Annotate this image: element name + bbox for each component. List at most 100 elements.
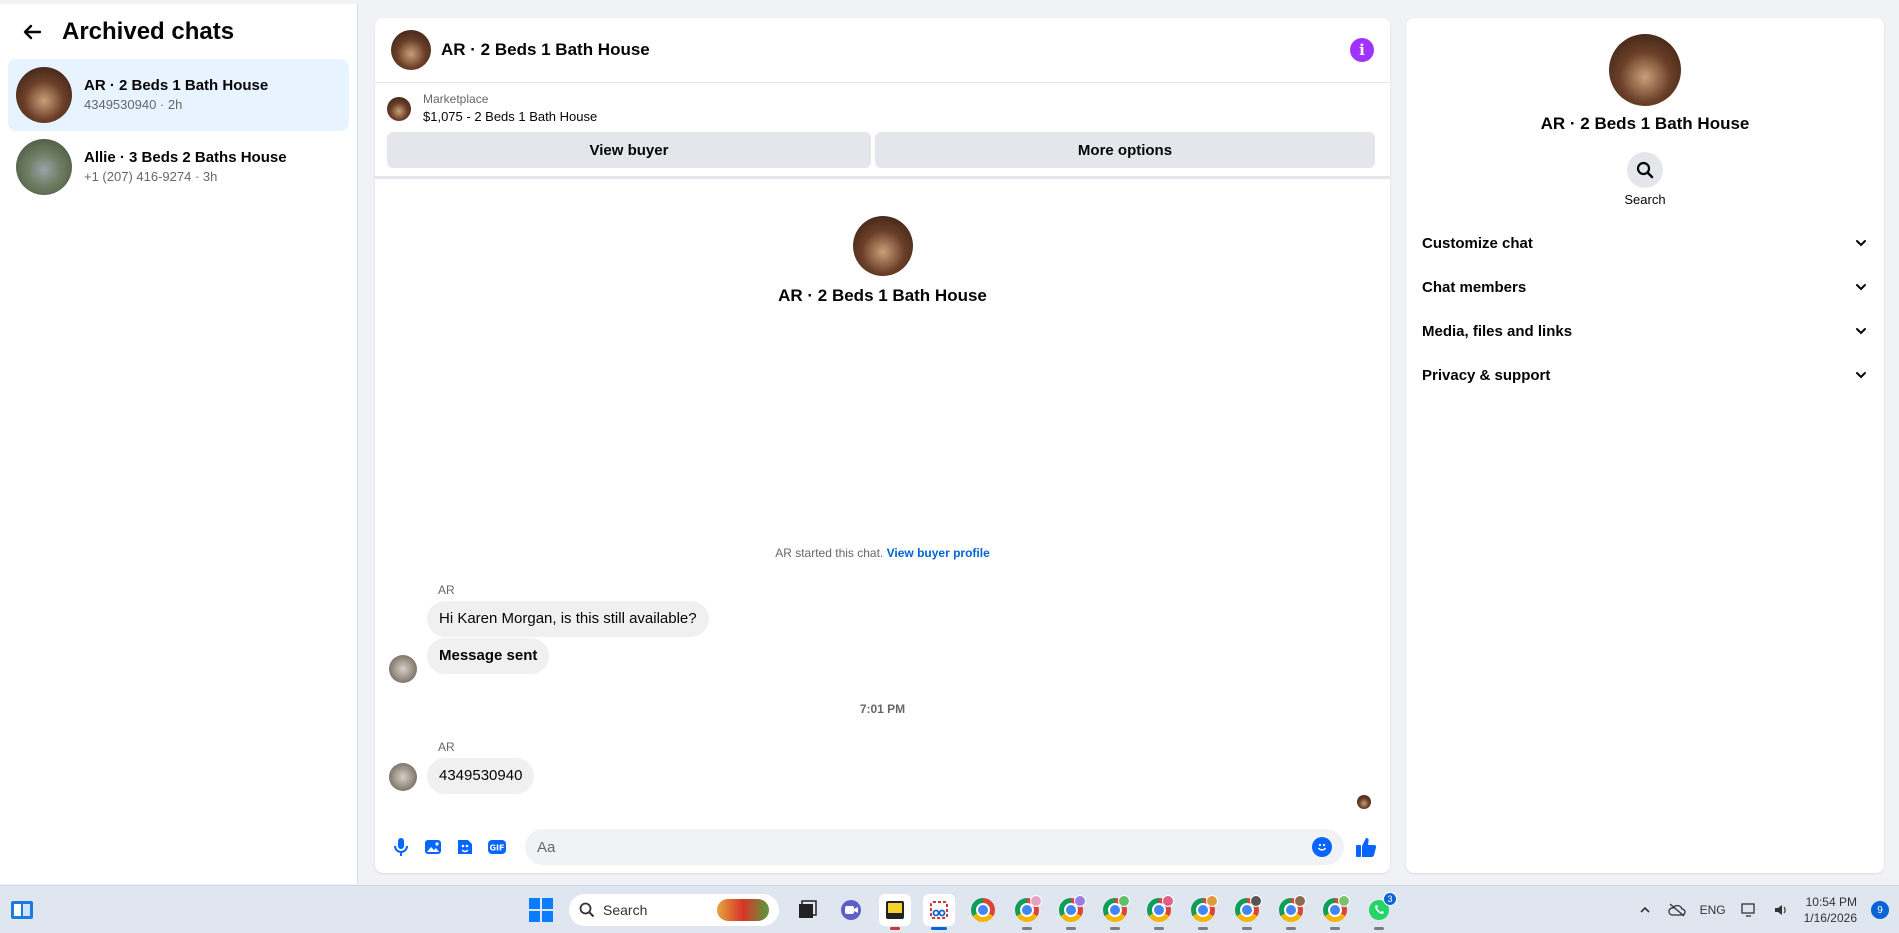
emoji-icon[interactable] xyxy=(1312,837,1332,857)
avatar xyxy=(16,67,72,123)
chrome-profile-icon[interactable] xyxy=(1187,894,1219,930)
gif-icon[interactable]: GIF xyxy=(487,837,507,857)
avatar xyxy=(852,216,913,276)
taskbar-search-label: Search xyxy=(603,902,648,918)
avatar xyxy=(16,139,72,195)
intro-name: AR · 2 Beds 1 Bath House xyxy=(778,286,987,305)
message-composer: GIF xyxy=(375,821,1390,873)
avatar[interactable] xyxy=(389,763,417,791)
clock[interactable]: 10:54 PM 1/16/2026 xyxy=(1804,894,1857,926)
chat-list-item[interactable]: Allie · 3 Beds 2 Baths House +1 (207) 41… xyxy=(8,131,349,203)
marketplace-banner: Marketplace $1,075 - 2 Beds 1 Bath House… xyxy=(375,83,1390,179)
avatar xyxy=(1609,34,1681,106)
chat-info-panel: AR · 2 Beds 1 Bath House Search Customiz… xyxy=(1406,18,1884,873)
chat-started-notice: AR started this chat. View buyer profile xyxy=(375,546,1390,560)
start-button[interactable] xyxy=(525,894,557,926)
chat-list-item[interactable]: AR · 2 Beds 1 Bath House 4349530940 · 2h xyxy=(8,59,349,131)
chrome-profile-icon[interactable] xyxy=(1275,894,1307,930)
section-media-files-links[interactable]: Media, files and links xyxy=(1422,309,1868,353)
photo-icon[interactable] xyxy=(423,837,443,857)
search-label: Search xyxy=(1624,192,1666,207)
clock-time: 10:54 PM xyxy=(1805,895,1857,909)
conversation-title[interactable]: AR · 2 Beds 1 Bath House xyxy=(441,40,1350,60)
sidebar-title: Archived chats xyxy=(62,17,235,45)
info-name: AR · 2 Beds 1 Bath House xyxy=(1540,114,1750,133)
svg-text:GIF: GIF xyxy=(489,844,504,853)
avatar[interactable] xyxy=(389,655,417,683)
marketplace-label: Marketplace xyxy=(423,92,489,106)
meet-icon[interactable] xyxy=(835,894,867,926)
search-in-conversation-button[interactable]: Search xyxy=(1605,152,1685,207)
network-icon[interactable] xyxy=(1740,901,1758,919)
windows-taskbar: Search 3 ENG 10:54 PM 1/16/2026 9 xyxy=(0,885,1899,933)
system-tray: ENG 10:54 PM 1/16/2026 9 xyxy=(1636,886,1889,933)
task-view-icon[interactable] xyxy=(791,894,823,926)
more-options-button[interactable]: More options xyxy=(875,132,1375,168)
message-bubble[interactable]: Message sent xyxy=(427,638,550,674)
taskbar-search[interactable]: Search xyxy=(569,894,779,926)
section-label: Privacy & support xyxy=(1422,366,1551,384)
message-input[interactable] xyxy=(537,838,1312,856)
back-arrow-icon[interactable] xyxy=(20,20,44,44)
info-sections: Customize chat Chat members Media, files… xyxy=(1406,221,1884,397)
clock-date: 1/16/2026 xyxy=(1803,911,1857,925)
whatsapp-badge: 3 xyxy=(1383,892,1397,906)
sticky-notes-icon[interactable] xyxy=(879,894,911,930)
sticker-icon[interactable] xyxy=(455,837,475,857)
search-highlight-icon xyxy=(717,899,769,921)
chevron-up-icon[interactable] xyxy=(1636,901,1654,919)
listing-thumbnail xyxy=(387,96,411,121)
chevron-down-icon xyxy=(1856,372,1866,379)
section-chat-members[interactable]: Chat members xyxy=(1422,265,1868,309)
chrome-profile-icon[interactable] xyxy=(1099,894,1131,930)
section-label: Customize chat xyxy=(1422,234,1533,252)
snipping-tool-icon[interactable] xyxy=(923,894,955,930)
message-sender: AR xyxy=(438,740,455,754)
message-bubble[interactable]: 4349530940 xyxy=(427,758,535,794)
conversation-header: AR · 2 Beds 1 Bath House i xyxy=(375,18,1390,83)
onedrive-offline-icon[interactable] xyxy=(1667,901,1686,919)
chrome-profile-icon[interactable] xyxy=(1011,894,1043,930)
whatsapp-icon[interactable]: 3 xyxy=(1363,892,1397,930)
chrome-profile-icon[interactable] xyxy=(1319,894,1351,930)
sidebar-header: Archived chats xyxy=(0,4,357,59)
conversation-intro: AR · 2 Beds 1 Bath House xyxy=(375,216,1390,306)
chrome-profile-icon[interactable] xyxy=(1231,894,1263,930)
conversation-panel: AR · 2 Beds 1 Bath House i Marketplace $… xyxy=(375,18,1390,873)
taskbar-apps: Search 3 xyxy=(525,892,1397,930)
section-customize-chat[interactable]: Customize chat xyxy=(1422,221,1868,265)
chat-subtitle: +1 (207) 416-9274 · 3h xyxy=(84,169,218,184)
section-privacy-support[interactable]: Privacy & support xyxy=(1422,353,1868,397)
message-bubble[interactable]: Hi Karen Morgan, is this still available… xyxy=(427,601,709,637)
thumbs-up-icon[interactable] xyxy=(1354,835,1378,859)
chat-name: AR · 2 Beds 1 Bath House xyxy=(84,77,269,94)
chat-subtitle: 4349530940 · 2h xyxy=(84,97,183,112)
language-indicator[interactable]: ENG xyxy=(1700,903,1726,917)
search-icon xyxy=(579,902,595,918)
chevron-down-icon xyxy=(1856,240,1866,247)
section-label: Media, files and links xyxy=(1422,322,1573,340)
microphone-icon[interactable] xyxy=(391,837,411,857)
section-label: Chat members xyxy=(1422,278,1527,296)
message-sender: AR xyxy=(438,583,455,597)
avatar[interactable] xyxy=(391,30,431,70)
info-icon[interactable]: i xyxy=(1350,38,1374,62)
archived-chats-sidebar: Archived chats AR · 2 Beds 1 Bath House … xyxy=(0,4,358,884)
message-input-wrapper xyxy=(525,829,1344,865)
chevron-down-icon xyxy=(1856,284,1866,291)
chevron-down-icon xyxy=(1856,328,1866,335)
notification-badge[interactable]: 9 xyxy=(1871,901,1889,919)
search-icon xyxy=(1627,152,1663,188)
started-text: AR started this chat. xyxy=(775,546,884,560)
view-buyer-button[interactable]: View buyer xyxy=(387,132,871,168)
chrome-icon[interactable] xyxy=(967,894,999,926)
view-buyer-profile-link[interactable]: View buyer profile xyxy=(887,546,990,560)
chat-name: Allie · 3 Beds 2 Baths House xyxy=(84,149,287,166)
message-timestamp: 7:01 PM xyxy=(859,702,906,716)
listing-title[interactable]: $1,075 - 2 Beds 1 Bath House xyxy=(423,108,597,126)
chrome-profile-icon[interactable] xyxy=(1143,894,1175,930)
widgets-icon[interactable] xyxy=(10,898,34,922)
read-receipt-avatar xyxy=(1357,795,1371,809)
volume-icon[interactable] xyxy=(1772,901,1790,919)
chrome-profile-icon[interactable] xyxy=(1055,894,1087,930)
